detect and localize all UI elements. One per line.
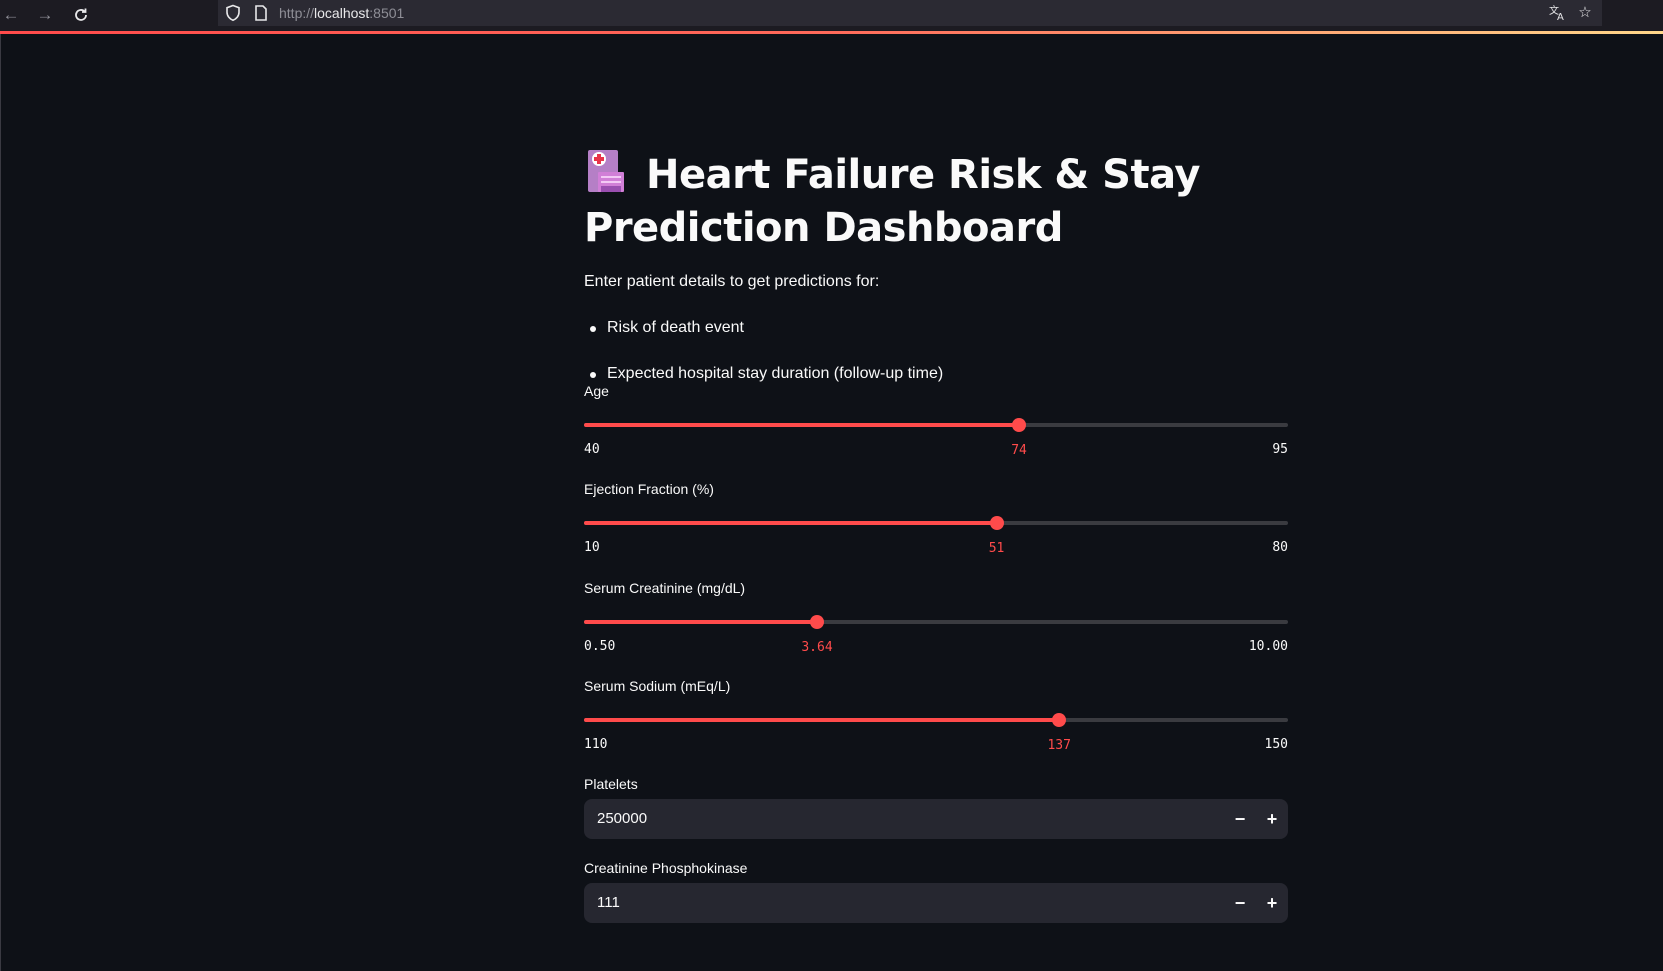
url-port: :8501	[369, 5, 405, 21]
back-icon[interactable]: ←	[0, 4, 22, 26]
shield-icon[interactable]	[224, 4, 242, 22]
url-host: localhost	[314, 5, 370, 21]
slider-value: 74	[1011, 443, 1027, 458]
input-value[interactable]: 111	[597, 894, 620, 912]
slider-fill	[584, 423, 1020, 427]
serum-creatinine-slider: Serum Creatinine (mg/dL) 3.64 0.50 10.00	[584, 579, 1288, 659]
slider-min: 0.50	[584, 639, 616, 654]
decrement-button[interactable]: −	[1224, 883, 1256, 923]
slider-fill	[584, 718, 1060, 722]
page-load-progress	[0, 31, 1663, 34]
increment-button[interactable]: +	[1256, 799, 1288, 839]
slider-value: 3.64	[801, 640, 833, 655]
slider-thumb[interactable]	[810, 615, 825, 629]
page-title-text: Heart Failure Risk & Stay Prediction Das…	[584, 152, 1200, 251]
hospital-icon	[584, 148, 628, 194]
creatinine-phosphokinase-input[interactable]: 111 − +	[584, 883, 1288, 923]
slider-track[interactable]: 137	[584, 713, 1288, 753]
intro-text: Enter patient details to get predictions…	[584, 273, 880, 290]
slider-min: 40	[584, 442, 600, 457]
slider-max: 150	[1264, 737, 1288, 752]
url-scheme: http://	[279, 5, 315, 21]
slider-min: 110	[584, 737, 608, 752]
page-title: Heart Failure Risk & Stay Prediction Das…	[584, 148, 1288, 255]
age-slider: Age 74 40 95	[584, 382, 1288, 462]
field-label: Platelets	[584, 776, 638, 792]
slider-fill	[584, 521, 997, 525]
url-text[interactable]: http://localhost:8501	[279, 4, 404, 22]
bookmark-star-icon[interactable]: ☆	[1575, 3, 1595, 23]
serum-sodium-slider: Serum Sodium (mEq/L) 137 110 150	[584, 677, 1288, 757]
slider-max: 95	[1272, 442, 1288, 457]
slider-thumb[interactable]	[1052, 713, 1067, 727]
slider-max: 10.00	[1248, 639, 1288, 654]
slider-value: 137	[1047, 738, 1071, 753]
slider-max: 80	[1272, 540, 1288, 555]
slider-track[interactable]: 51	[584, 516, 1288, 556]
slider-min: 10	[584, 540, 600, 555]
slider-thumb[interactable]	[1012, 418, 1027, 432]
slider-label: Ejection Fraction (%)	[584, 481, 714, 497]
window-edge	[0, 34, 1, 971]
translate-icon[interactable]: 文A	[1547, 3, 1567, 23]
slider-fill	[584, 620, 818, 624]
slider-value: 51	[988, 541, 1005, 556]
forward-icon[interactable]: →	[34, 4, 56, 26]
browser-toolbar: ← → http://localhost:8501 文A ☆	[0, 0, 1663, 34]
list-item: Risk of death event	[584, 317, 943, 363]
slider-label: Serum Creatinine (mg/dL)	[584, 580, 746, 596]
ejection-fraction-slider: Ejection Fraction (%) 51 10 80	[584, 480, 1288, 560]
slider-label: Age	[584, 383, 609, 399]
decrement-button[interactable]: −	[1224, 799, 1256, 839]
reload-icon[interactable]	[70, 4, 92, 26]
slider-thumb[interactable]	[989, 516, 1004, 530]
slider-track[interactable]: 74	[584, 418, 1288, 458]
slider-label: Serum Sodium (mEq/L)	[584, 678, 731, 694]
platelets-input[interactable]: 250000 − +	[584, 799, 1288, 839]
increment-button[interactable]: +	[1256, 883, 1288, 923]
field-label: Creatinine Phosphokinase	[584, 860, 748, 876]
address-bar[interactable]: http://localhost:8501 文A ☆	[218, 0, 1602, 26]
svg-text:A: A	[1557, 12, 1564, 21]
page-icon[interactable]	[252, 4, 270, 22]
input-value[interactable]: 250000	[597, 810, 647, 828]
slider-track[interactable]: 3.64	[584, 615, 1288, 655]
